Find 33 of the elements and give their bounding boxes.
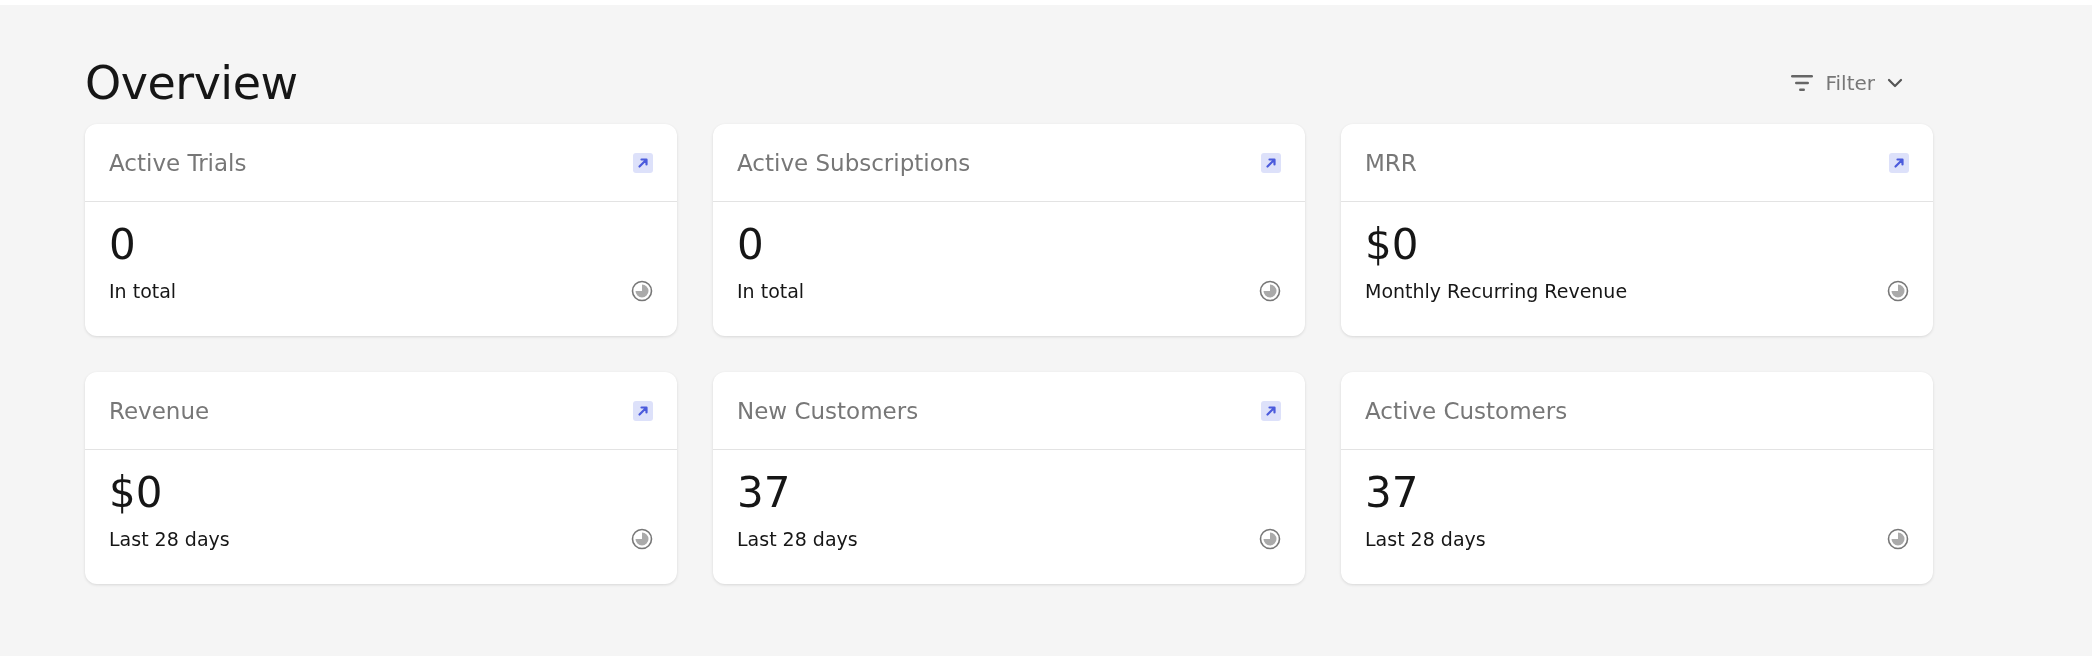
clock-icon	[631, 280, 653, 302]
card-title: Revenue	[109, 397, 210, 424]
arrow-up-right-icon[interactable]	[633, 152, 653, 173]
card-title: Active Trials	[109, 149, 247, 176]
clock-icon	[1259, 280, 1281, 302]
arrow-up-right-icon[interactable]	[1261, 400, 1281, 421]
metric-caption: Last 28 days	[1365, 528, 1486, 550]
card-title: New Customers	[737, 397, 919, 424]
filter-icon	[1791, 74, 1814, 92]
arrow-up-right-icon[interactable]	[1261, 152, 1281, 173]
chevron-down-icon	[1887, 78, 1903, 88]
metric-value: $0	[109, 467, 164, 519]
metric-caption: In total	[109, 280, 177, 302]
card-title: Active Subscriptions	[737, 149, 971, 176]
metric-caption: In total	[737, 280, 805, 302]
page-title: Overview	[85, 56, 298, 110]
clock-icon	[1887, 528, 1909, 550]
clock-icon	[631, 528, 653, 550]
metric-value: 37	[1365, 467, 1420, 519]
metric-value: $0	[1365, 219, 1420, 271]
clock-icon	[1259, 528, 1281, 550]
metric-caption: Last 28 days	[737, 528, 858, 550]
metric-value: 0	[109, 219, 137, 271]
arrow-up-right-icon[interactable]	[633, 400, 653, 421]
metric-value: 0	[737, 219, 765, 271]
metric-caption: Last 28 days	[109, 528, 230, 550]
filter-button[interactable]: Filter	[1783, 67, 1911, 99]
metric-value: 37	[737, 467, 792, 519]
card-title: MRR	[1365, 149, 1417, 176]
card-title: Active Customers	[1365, 397, 1568, 424]
clock-icon	[1887, 280, 1909, 302]
metric-caption: Monthly Recurring Revenue	[1365, 280, 1628, 302]
arrow-up-right-icon[interactable]	[1889, 152, 1909, 173]
